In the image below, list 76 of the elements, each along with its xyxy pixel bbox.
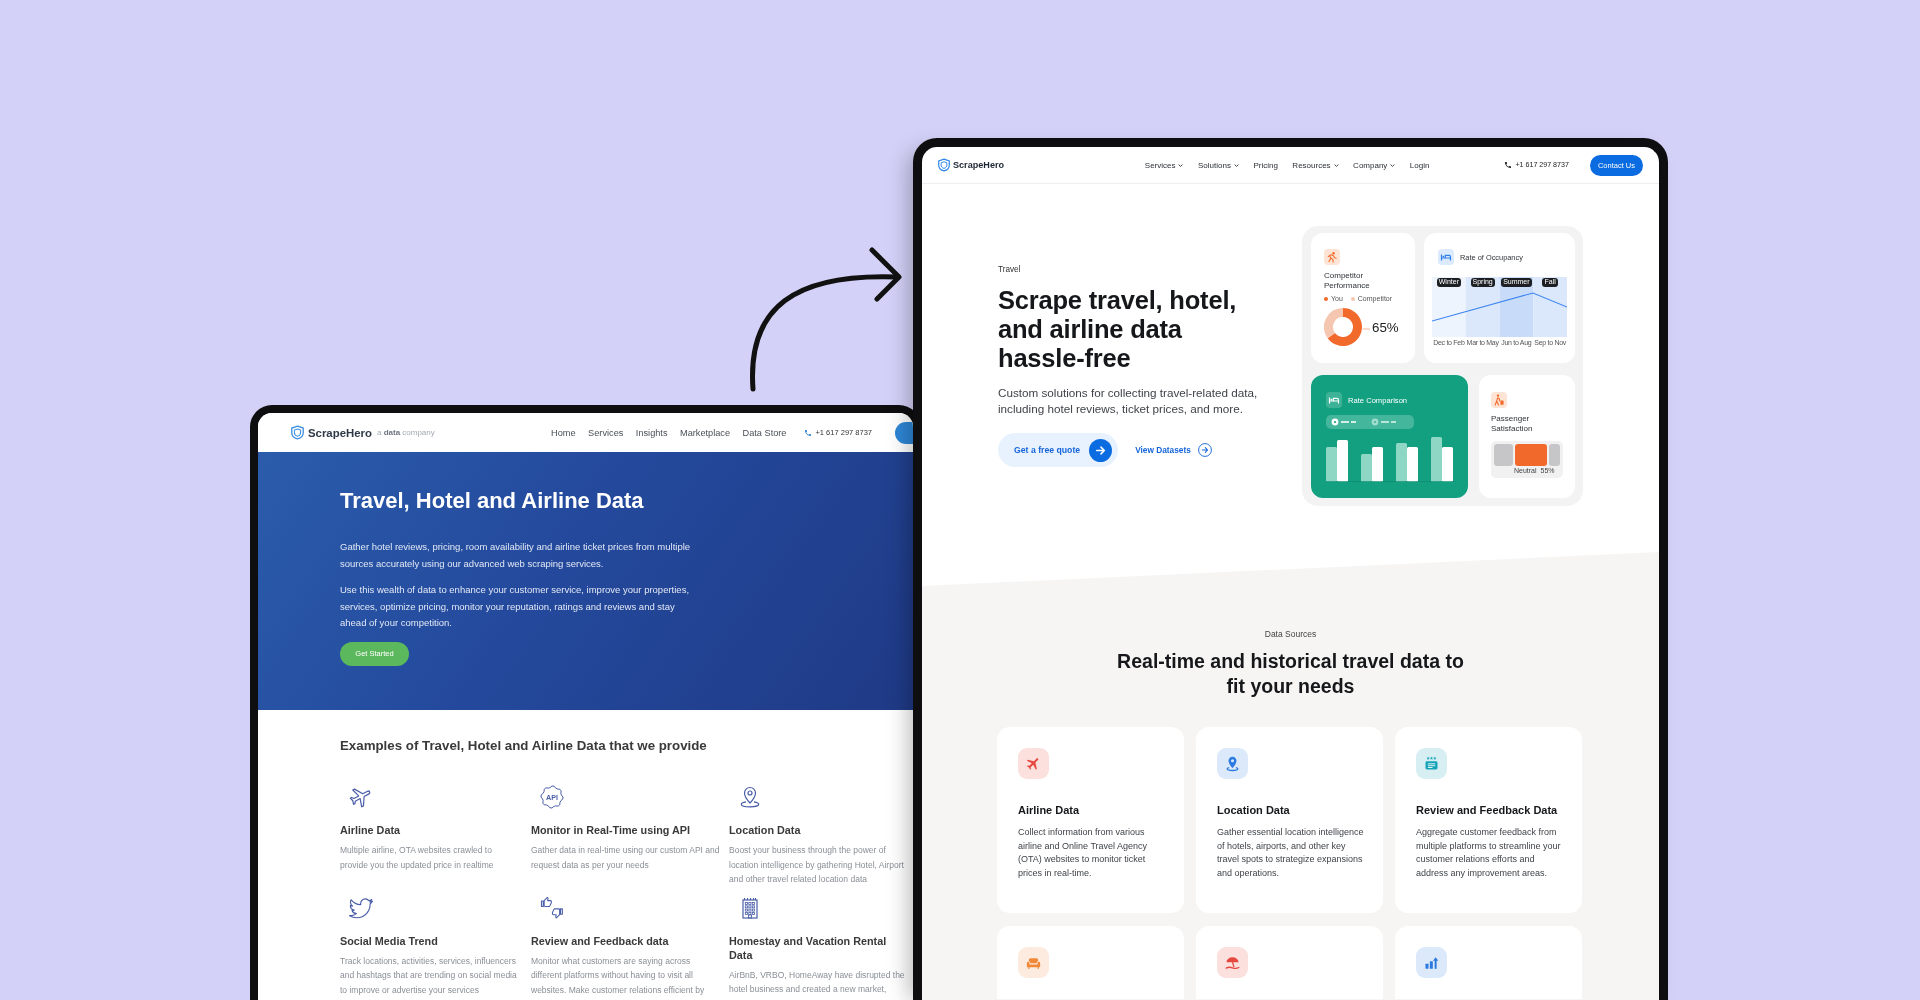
- section-title: Examples of Travel, Hotel and Airline Data that we provide: [340, 737, 708, 755]
- hero-text: Use this wealth of data to enhance your customer service, improve your properties, services, optimize pricing, monitor your reputation, ratings and reviews and stay ahead of your competition.: [340, 583, 691, 630]
- card-title: Location Data: [1217, 803, 1291, 817]
- nav-link[interactable]: Solutions: [1198, 160, 1239, 170]
- donut-slice: [1327, 308, 1362, 346]
- traveler-icon: [1491, 392, 1507, 408]
- feature-title: Social Media Trend: [340, 933, 439, 948]
- phone-icon: [805, 429, 812, 436]
- feature-description: AirBnB, VRBO, HomeAway have disrupted the hotel business and created a new market,: [729, 968, 906, 996]
- widget-title: Passenger Satisfaction: [1491, 414, 1534, 433]
- nav-link[interactable]: Login: [1409, 160, 1430, 170]
- logo-text[interactable]: ScrapeHero: [308, 426, 372, 439]
- nav-link[interactable]: Home: [551, 427, 576, 438]
- airplane-icon: [349, 785, 373, 809]
- chevron-down-icon: [1333, 163, 1339, 167]
- bird-icon: [349, 895, 373, 920]
- bed-icon: [1326, 392, 1342, 408]
- nav-button[interactable]: [895, 421, 913, 444]
- hero-text: Gather hotel reviews, pricing, room availability and airline ticket prices from multiple sources accurately using our advanced web scraping services.: [340, 540, 692, 571]
- card-description: Aggregate customer feedback from multiple platforms to streamline your customer relations efforts and address any improvement areas.: [1416, 826, 1562, 880]
- tagline: a data company: [376, 428, 435, 437]
- nav-link[interactable]: Marketplace: [680, 427, 731, 438]
- feature-title: Location Data: [729, 823, 802, 837]
- feature-title: Homestay and Vacation Rental Data: [729, 933, 888, 962]
- feature-description: Boost your business through the power of location intelligence by gathering Hotel, Airport and other travel related location data: [729, 844, 905, 886]
- nav-link[interactable]: Data Store: [742, 427, 787, 438]
- eyebrow-label: Travel: [998, 264, 1022, 275]
- donut-slice: [1324, 308, 1343, 339]
- logo-text[interactable]: ScrapeHero: [953, 160, 1005, 170]
- runner-icon: [1324, 249, 1340, 265]
- section-title: Real-time and historical travel data to fit your needs: [1116, 649, 1465, 699]
- phone-icon: [1505, 162, 1512, 168]
- location-pin-icon: [1217, 748, 1248, 779]
- arrow-right-icon: [1197, 443, 1212, 457]
- bar-chart-up-icon: [1416, 947, 1447, 978]
- review-stars-icon: [1416, 748, 1447, 779]
- sofa-icon: [1018, 947, 1049, 978]
- hero-title: Travel, Hotel and Airline Data: [340, 490, 645, 512]
- card-description: Gather essential location intelligence of hotels, airports, and other key travel spots to strategize expansions and operations.: [1217, 826, 1365, 880]
- eyebrow-label: Data Sources: [1264, 629, 1317, 640]
- shield-logo-icon: [938, 158, 950, 172]
- donut-chart: [1324, 308, 1370, 346]
- chevron-down-icon: [1178, 163, 1184, 167]
- chevron-down-icon: [1233, 163, 1239, 167]
- nav-link[interactable]: Company: [1353, 160, 1396, 170]
- hero-title: Scrape travel, hotel, and airline data hassle-free: [998, 286, 1238, 373]
- percent-reading: 65%: [1372, 319, 1399, 335]
- widget-title: Competitor Performance: [1324, 271, 1371, 290]
- stacked-bar-chart: [1494, 444, 1560, 466]
- shield-logo-icon: [291, 425, 304, 440]
- chevron-down-icon: [1390, 163, 1396, 167]
- location-pin-icon: [738, 785, 762, 809]
- feature-description: Track locations, activities, services, influencers and hashtags that are trending on social media to improve or advertise your services: [340, 954, 518, 997]
- thumbs-up-down-icon: [540, 895, 564, 920]
- airplane-icon: [1018, 748, 1049, 779]
- toggle-pill-icon: [1326, 415, 1414, 429]
- nav-link[interactable]: Insights: [635, 427, 668, 438]
- datasets-link[interactable]: View Datasets: [1135, 443, 1212, 457]
- hero-text: Custom solutions for collecting travel-related data, including hotel reviews, ticket prices, and more.: [998, 385, 1259, 417]
- feature-title: Review and Feedback data: [531, 933, 670, 948]
- card-title: Review and Feedback Data: [1416, 803, 1559, 817]
- quote-button[interactable]: Get a free quote: [998, 433, 1119, 467]
- arrow-right-icon: [1089, 438, 1113, 462]
- card-description: Collect information from various airline and Online Travel Agency (OTA) websites to monitor ticket prices in real-time.: [1018, 826, 1149, 880]
- feature-description: Multiple airline, OTA websites crawled to provide you the updated price in realtime: [340, 844, 495, 872]
- feature-title: Monitor in Real-Time using API: [531, 823, 691, 837]
- bed-icon: [1438, 249, 1454, 265]
- nav-link[interactable]: Resources: [1292, 160, 1339, 170]
- nav-link[interactable]: Services: [1144, 160, 1184, 170]
- nav-link[interactable]: Pricing: [1253, 160, 1278, 170]
- nav-link[interactable]: Services: [588, 427, 624, 438]
- card-title: Airline Data: [1018, 803, 1081, 817]
- feature-description: Gather data in real-time using our custom API and request data as per your needs: [531, 844, 721, 872]
- feature-title: Airline Data: [340, 823, 401, 837]
- beach-umbrella-icon: [1217, 947, 1248, 978]
- feature-description: Monitor what customers are saying across different platforms without having to visit all websites. Make customer relations efficient by: [531, 954, 706, 997]
